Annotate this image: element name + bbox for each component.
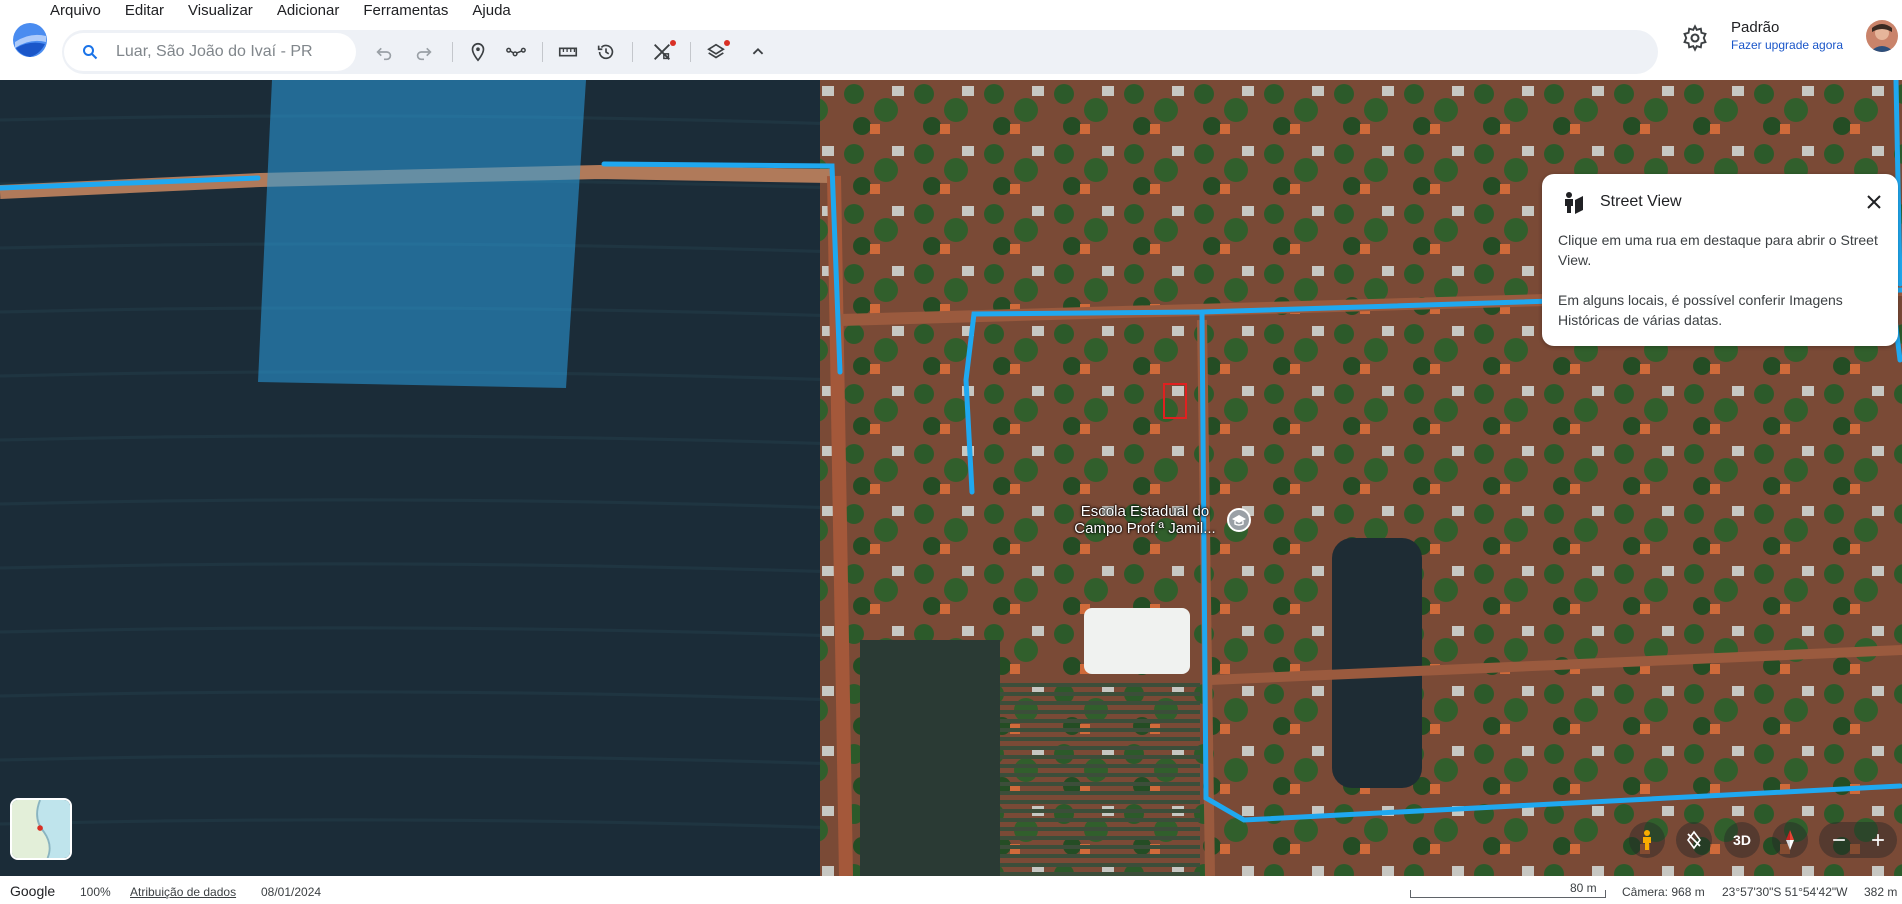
pegman-button[interactable]: [1629, 822, 1665, 858]
imagery-date: 08/01/2024: [261, 885, 322, 899]
ruler-icon: [558, 47, 578, 57]
toolbar-divider: [542, 42, 543, 62]
zoom-controls: [1819, 822, 1897, 858]
gear-icon: [1683, 24, 1707, 52]
place-label-line1: Escola Estadual do: [1080, 503, 1210, 520]
redo-button[interactable]: [410, 38, 438, 66]
google-earth-logo[interactable]: [10, 20, 50, 60]
settings-button[interactable]: [1681, 24, 1709, 52]
add-placemark-button[interactable]: [464, 38, 492, 66]
collapse-chevron-icon: [752, 47, 764, 55]
reset-tilt-button[interactable]: [1676, 822, 1712, 858]
street-view-instructions: Clique em uma rua em destaque para abrir…: [1558, 232, 1878, 268]
satellite-map[interactable]: Escola Estadual do Campo Prof.ª Jamil...…: [0, 80, 1902, 876]
notification-dot: [724, 40, 730, 46]
layers-button[interactable]: [702, 38, 730, 66]
historical-imagery-button[interactable]: [592, 38, 620, 66]
notification-dot: [670, 40, 676, 46]
menu-editar[interactable]: Editar: [125, 0, 164, 22]
pegman-icon: [1643, 830, 1651, 850]
ground-elevation: 382 m: [1864, 885, 1898, 899]
toolbar-divider: [452, 42, 453, 62]
zoom-out-button[interactable]: [1819, 822, 1858, 858]
cursor-coordinates: 23°57'30"S 51°54'42"W: [1722, 885, 1848, 899]
place-label-line2: Campo Prof.ª Jamil...: [1074, 520, 1216, 537]
street-view-icon: [1560, 190, 1586, 216]
street-view-historical-note: Em alguns locais, é possível conferir Im…: [1558, 292, 1843, 328]
compass-button[interactable]: [1772, 822, 1808, 858]
street-view-panel: Street View Clique em uma rua em destaqu…: [1542, 174, 1898, 346]
collapse-toolbar-button[interactable]: [744, 38, 772, 66]
street-view-title: Street View: [1600, 193, 1682, 210]
plus-icon: [1871, 834, 1884, 846]
close-icon[interactable]: [1862, 190, 1886, 214]
minimap-button[interactable]: [10, 798, 72, 860]
google-logo-text: Google: [10, 883, 56, 899]
add-path-button[interactable]: [502, 38, 530, 66]
menu-adicionar[interactable]: Adicionar: [277, 0, 340, 22]
school-icon[interactable]: [1226, 507, 1252, 533]
toolbar-divider: [632, 42, 633, 62]
menu-arquivo[interactable]: Arquivo: [50, 0, 101, 22]
undo-button[interactable]: [370, 38, 398, 66]
placemark-icon: [471, 42, 485, 62]
toolbar: [62, 30, 1658, 74]
scale-label: 80 m: [1570, 881, 1597, 895]
historical-imagery-overlay: [258, 80, 586, 388]
menu-ferramentas[interactable]: Ferramentas: [363, 0, 448, 22]
redo-icon: [416, 47, 432, 61]
projects-button[interactable]: [648, 38, 676, 66]
avatar[interactable]: [1866, 20, 1898, 52]
minimap-icon: [12, 800, 70, 858]
historical-imagery-icon: [597, 44, 614, 60]
toolbar-divider: [690, 42, 691, 62]
search-icon[interactable]: [82, 44, 98, 60]
zoom-percentage: 100%: [80, 885, 111, 899]
search-box: [64, 33, 356, 71]
app-header: Arquivo Editar Visualizar Adicionar Ferr…: [0, 0, 1902, 80]
data-attribution-link[interactable]: Atribuição de dados: [130, 885, 236, 899]
3d-toggle-button[interactable]: 3D: [1724, 822, 1760, 858]
menu-visualizar[interactable]: Visualizar: [188, 0, 253, 22]
menu-bar: Arquivo Editar Visualizar Adicionar Ferr…: [50, 0, 535, 22]
undo-icon: [376, 47, 392, 61]
upgrade-link[interactable]: Fazer upgrade agora: [1731, 38, 1843, 52]
camera-altitude: Câmera: 968 m: [1622, 885, 1705, 899]
path-icon: [506, 47, 526, 57]
3d-label: 3D: [1733, 832, 1751, 848]
measure-button[interactable]: [554, 38, 582, 66]
minus-icon: [1832, 839, 1845, 841]
status-bar: Google 100% Atribuição de dados 08/01/20…: [0, 876, 1902, 904]
compass-icon: [1786, 830, 1794, 850]
compass-rotate-icon: [1687, 830, 1701, 850]
menu-ajuda[interactable]: Ajuda: [472, 0, 510, 22]
place-label[interactable]: Escola Estadual do Campo Prof.ª Jamil...: [1070, 503, 1220, 537]
profile-name: Padrão: [1731, 19, 1780, 36]
search-input[interactable]: [116, 37, 346, 67]
zoom-in-button[interactable]: [1858, 822, 1897, 858]
